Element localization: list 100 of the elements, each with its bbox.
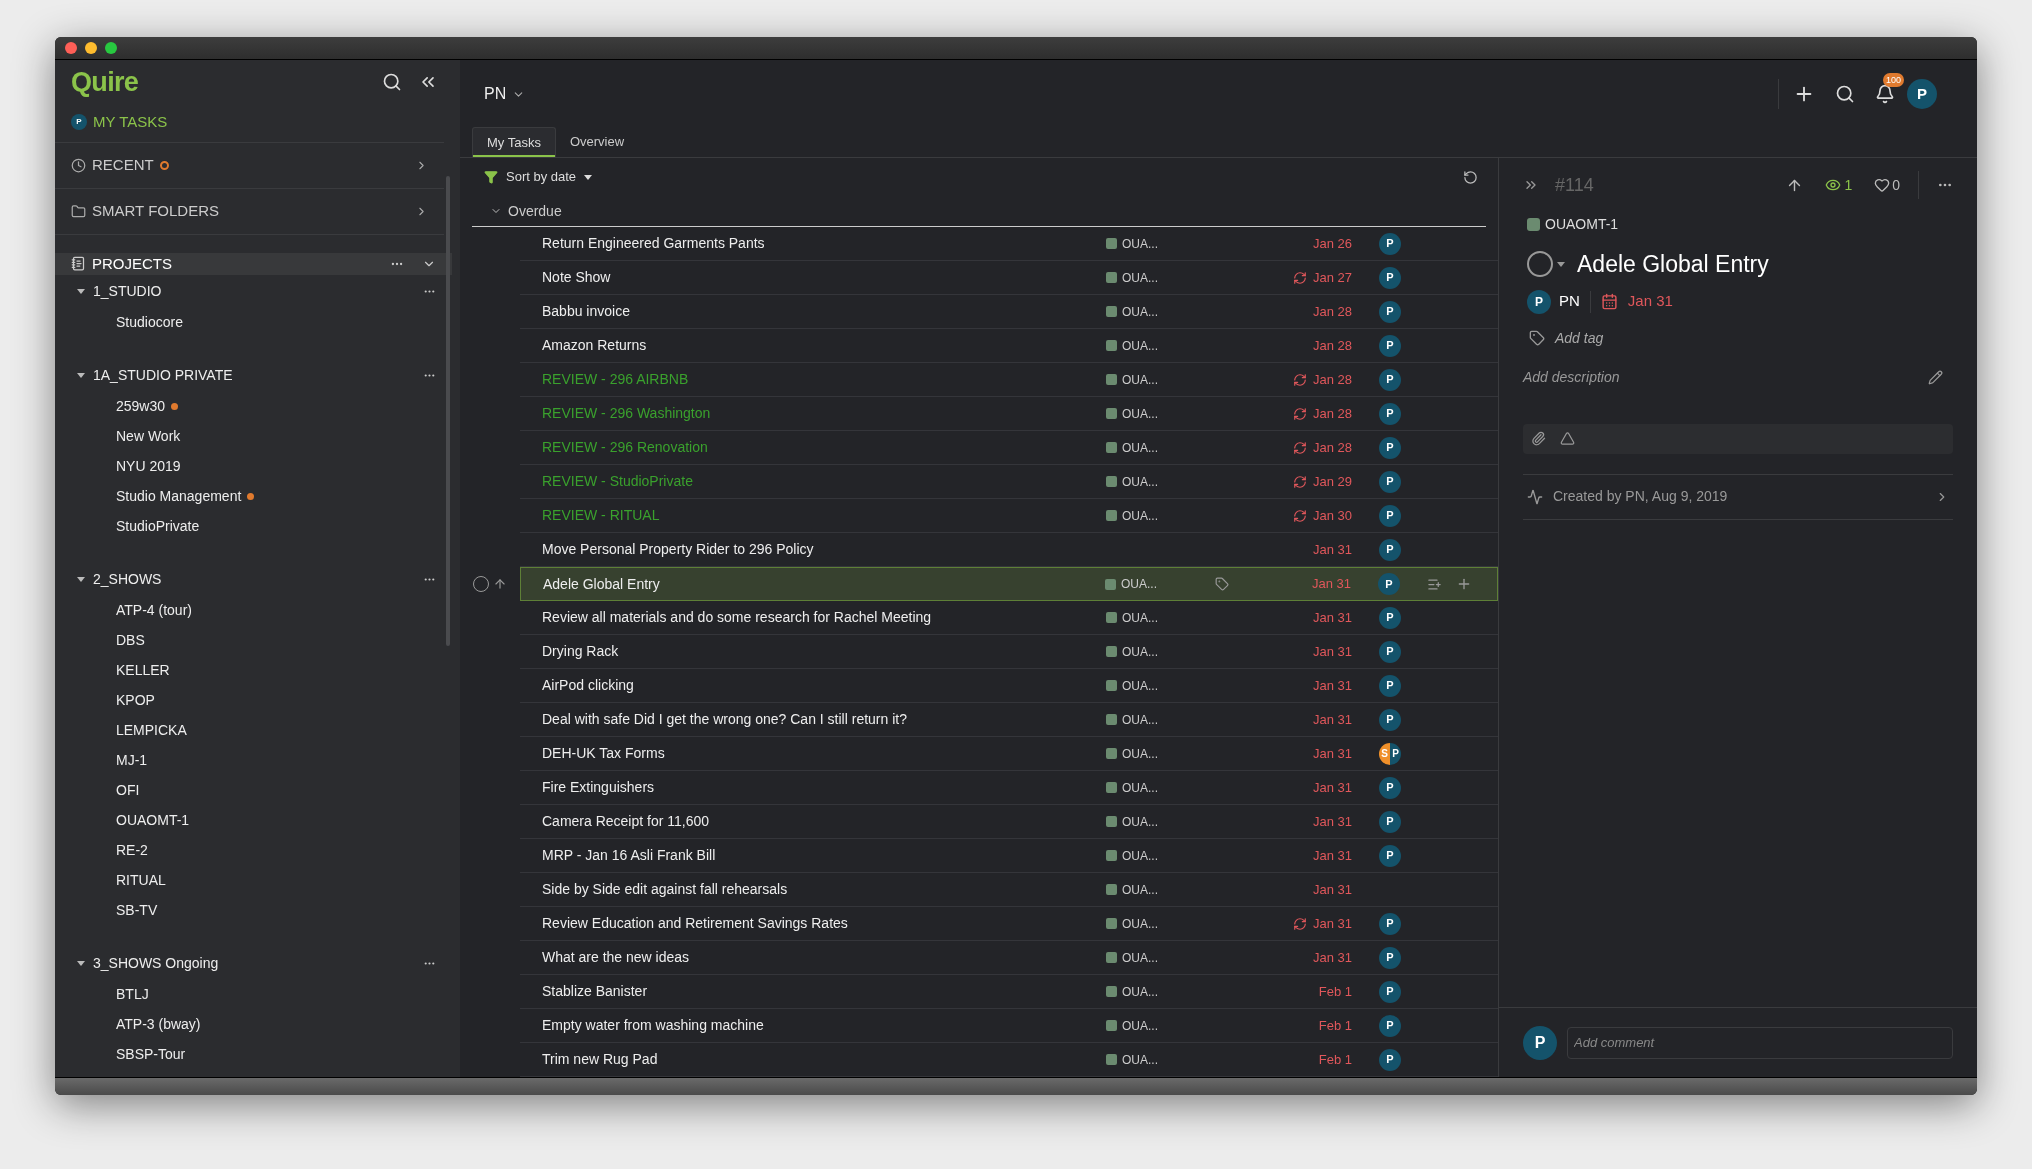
workspace-switcher[interactable]: PN bbox=[484, 82, 507, 106]
project-item[interactable]: LEMPICKA bbox=[116, 719, 187, 741]
caret-icon[interactable] bbox=[77, 288, 85, 294]
project-item[interactable]: RE-2 bbox=[116, 839, 148, 861]
notification-icon[interactable] bbox=[1875, 84, 1895, 104]
assignee-name[interactable]: PN bbox=[1559, 290, 1580, 313]
task-row[interactable]: REVIEW - RITUAL OUA... Jan 30 P bbox=[520, 499, 1498, 533]
project-item[interactable]: New Work bbox=[116, 425, 181, 447]
tab[interactable]: Overview bbox=[555, 127, 639, 157]
project-square bbox=[1106, 748, 1117, 759]
project-item[interactable]: RITUAL bbox=[116, 869, 166, 891]
project-label: OUA... bbox=[1122, 439, 1158, 457]
task-row[interactable]: REVIEW - StudioPrivate OUA... Jan 29 P bbox=[520, 465, 1498, 499]
caret-icon[interactable] bbox=[1557, 261, 1565, 267]
heart-icon[interactable] bbox=[1874, 177, 1891, 193]
search-icon[interactable] bbox=[1835, 84, 1855, 104]
caret-icon[interactable] bbox=[77, 576, 85, 582]
arrow-up-icon[interactable] bbox=[493, 577, 507, 591]
task-title: Adele Global Entry bbox=[542, 574, 661, 594]
filter-icon[interactable] bbox=[484, 170, 498, 185]
task-row[interactable]: DEH-UK Tax Forms OUA... Jan 31 S P bbox=[520, 737, 1498, 771]
task-row[interactable]: Babbu invoice OUA... Jan 28 P bbox=[520, 295, 1498, 329]
task-row[interactable]: MRP - Jan 16 Asli Frank Bill OUA... Jan 31 P bbox=[520, 839, 1498, 873]
eye-icon[interactable] bbox=[1825, 177, 1842, 193]
project-item[interactable]: 259w30 bbox=[116, 395, 166, 417]
section-header[interactable]: Overdue bbox=[508, 200, 562, 222]
paperclip-icon[interactable] bbox=[1531, 431, 1546, 446]
project-group[interactable]: 1A_STUDIO PRIVATE bbox=[93, 364, 233, 386]
project-group[interactable]: 2_SHOWS bbox=[93, 568, 162, 590]
comment-field[interactable]: Add comment bbox=[1567, 1026, 1953, 1059]
project-label: OUA... bbox=[1122, 677, 1158, 695]
sidebar-section[interactable]: SMART FOLDERS bbox=[92, 199, 219, 223]
task-title[interactable]: Adele Global Entry bbox=[1577, 247, 1769, 282]
due-date[interactable]: Jan 31 bbox=[1627, 290, 1673, 313]
project-item[interactable]: StudioPrivate bbox=[116, 515, 200, 537]
project-item[interactable]: Studio Management bbox=[116, 485, 242, 507]
project-square bbox=[1106, 884, 1117, 895]
task-row[interactable]: Stablize Banister OUA... Feb 1 P bbox=[520, 975, 1498, 1009]
task-row[interactable]: Review Education and Retirement Savings Rates OUA... Jan 31 P bbox=[520, 907, 1498, 941]
refresh-icon[interactable] bbox=[1463, 169, 1478, 185]
tag-icon[interactable] bbox=[1215, 577, 1229, 591]
project-item[interactable]: DBS bbox=[116, 629, 145, 651]
subtask-icon[interactable] bbox=[1427, 576, 1442, 592]
project-item[interactable]: ATP-3 (bway) bbox=[116, 1013, 201, 1035]
my-tasks-link[interactable]: MY TASKS bbox=[93, 110, 168, 134]
task-row[interactable]: What are the new ideas OUA... Jan 31 P bbox=[520, 941, 1498, 975]
task-row[interactable]: REVIEW - 296 Washington OUA... Jan 28 P bbox=[520, 397, 1498, 431]
task-row[interactable]: Adele Global Entry OUA... Jan 31 P bbox=[520, 567, 1498, 601]
project-item[interactable]: KELLER bbox=[116, 659, 170, 681]
task-row[interactable]: Camera Receipt for 11,600 OUA... Jan 31 P bbox=[520, 805, 1498, 839]
project-item[interactable]: OUAOMT-1 bbox=[116, 809, 190, 831]
task-row[interactable]: Return Engineered Garments Pants OUA... Jan 26 P bbox=[520, 227, 1498, 261]
clock-icon bbox=[71, 157, 86, 173]
project-item[interactable]: ATP-4 (tour) bbox=[116, 599, 192, 621]
project-label: OUA... bbox=[1122, 371, 1158, 389]
project-item[interactable]: OFI bbox=[116, 779, 140, 801]
project-item[interactable]: MJ-1 bbox=[116, 749, 148, 771]
maximize-button[interactable] bbox=[105, 42, 117, 54]
task-row[interactable]: Side by Side edit against fall rehearsals OUA... Jan 31 bbox=[520, 873, 1498, 907]
description-field[interactable]: Add description bbox=[1523, 366, 1620, 388]
caret-icon[interactable] bbox=[77, 372, 85, 378]
project-item[interactable]: KPOP bbox=[116, 689, 155, 711]
task-row[interactable]: AirPod clicking OUA... Jan 31 P bbox=[520, 669, 1498, 703]
minimize-button[interactable] bbox=[85, 42, 97, 54]
avatar: P bbox=[1907, 79, 1937, 109]
projects-header[interactable]: PROJECTS bbox=[55, 252, 452, 275]
project-item[interactable]: Studiocore bbox=[116, 311, 183, 333]
due-date: Jan 31 bbox=[1312, 880, 1352, 899]
project-group[interactable]: 1_STUDIO bbox=[93, 280, 162, 302]
project-item[interactable]: SBSP-Tour bbox=[116, 1043, 186, 1065]
project-label: OUA... bbox=[1122, 983, 1158, 1001]
task-row[interactable]: Note Show OUA... Jan 27 P bbox=[520, 261, 1498, 295]
task-row[interactable]: Amazon Returns OUA... Jan 28 P bbox=[520, 329, 1498, 363]
triangle-icon[interactable] bbox=[1560, 431, 1575, 446]
sort-dropdown[interactable]: Sort by date bbox=[506, 167, 577, 187]
project-group[interactable]: 3_SHOWS Ongoing bbox=[93, 952, 219, 974]
task-row[interactable]: REVIEW - 296 AIRBNB OUA... Jan 28 P bbox=[520, 363, 1498, 397]
tab[interactable]: My Tasks bbox=[472, 127, 556, 157]
task-row[interactable]: Empty water from washing machine OUA... Feb 1 P bbox=[520, 1009, 1498, 1043]
project-item[interactable]: SB-TV bbox=[116, 899, 158, 921]
project-item[interactable]: BTLJ bbox=[116, 983, 149, 1005]
due-date: Jan 28 bbox=[1312, 438, 1352, 457]
close-button[interactable] bbox=[65, 42, 77, 54]
project-square bbox=[1106, 306, 1117, 317]
calendar-icon[interactable] bbox=[1600, 293, 1618, 310]
task-row[interactable]: Fire Extinguishers OUA... Jan 31 P bbox=[520, 771, 1498, 805]
project-item[interactable]: NYU 2019 bbox=[116, 455, 181, 477]
project-label: OUA... bbox=[1122, 303, 1158, 321]
task-row[interactable]: REVIEW - 296 Renovation OUA... Jan 28 P bbox=[520, 431, 1498, 465]
task-row[interactable]: Deal with safe Did I get the wrong one? Can I still return it? OUA... Jan 31 P bbox=[520, 703, 1498, 737]
search-icon[interactable] bbox=[382, 72, 402, 93]
plus-icon[interactable] bbox=[1456, 576, 1472, 592]
caret-icon[interactable] bbox=[77, 960, 85, 966]
task-row[interactable]: Drying Rack OUA... Jan 31 P bbox=[520, 635, 1498, 669]
edit-icon[interactable] bbox=[1928, 369, 1943, 385]
sidebar-section[interactable]: RECENT bbox=[92, 153, 154, 177]
task-title: What are the new ideas bbox=[541, 948, 691, 967]
add-tag-field[interactable]: Add tag bbox=[1555, 327, 1604, 349]
project-label[interactable]: OUAOMT-1 bbox=[1545, 214, 1619, 235]
task-row[interactable]: Review all materials and do some research for Rachel Meeting OUA... Jan 31 P bbox=[520, 601, 1498, 635]
